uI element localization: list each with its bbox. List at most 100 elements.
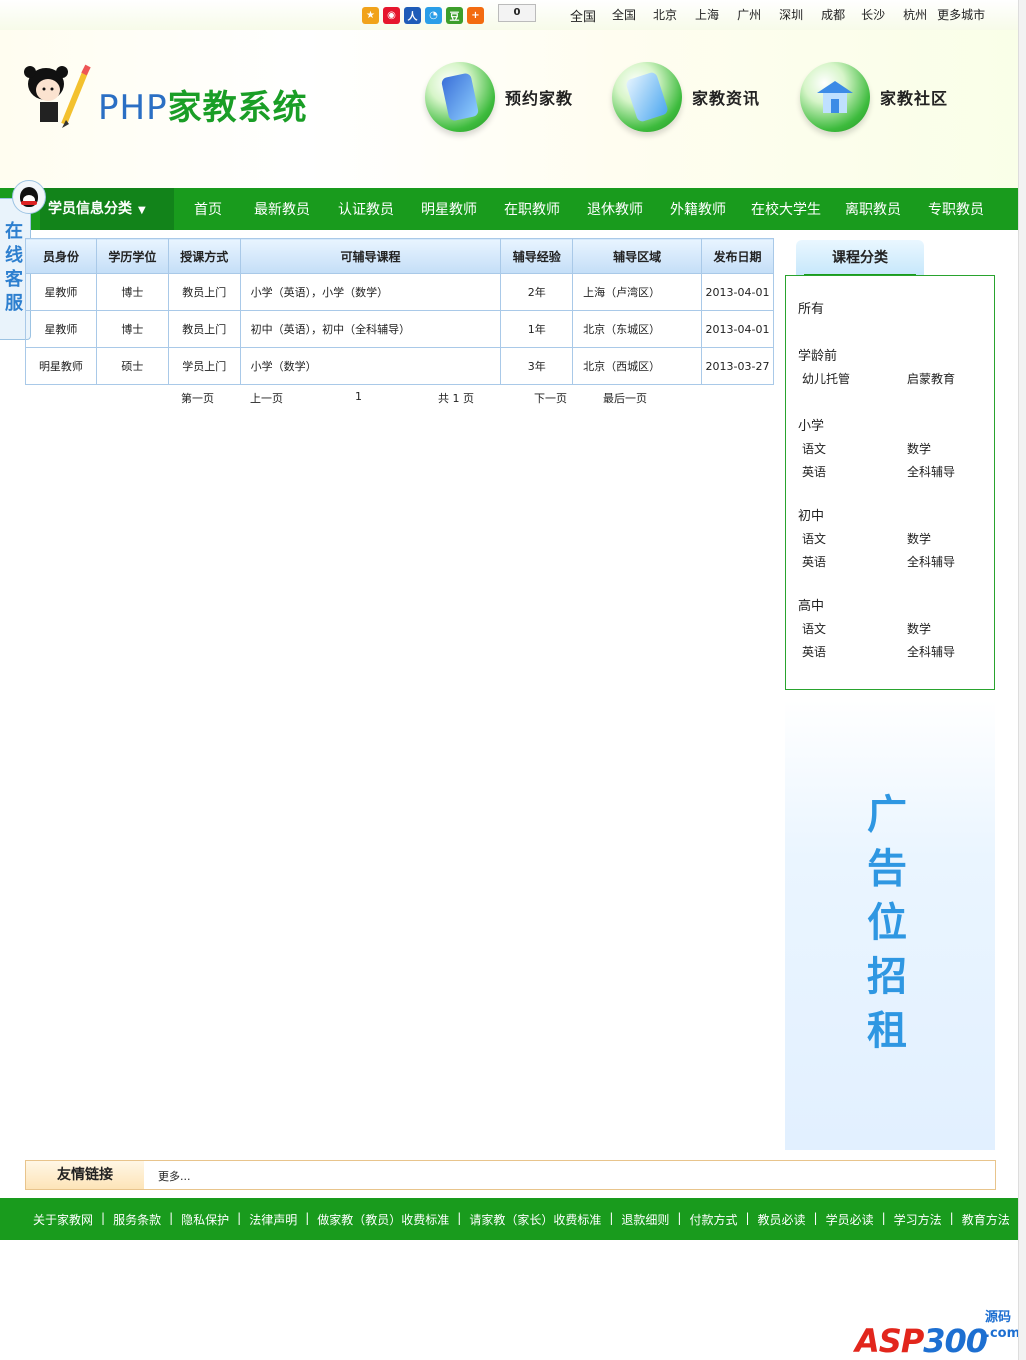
city-link[interactable]: 全国 bbox=[570, 6, 596, 25]
city-link[interactable]: 深圳 bbox=[779, 6, 803, 25]
more-share-icon[interactable]: + bbox=[467, 7, 484, 24]
douban-share-icon[interactable]: 豆 bbox=[446, 7, 463, 24]
city-link[interactable]: 长沙 bbox=[861, 6, 885, 25]
category-item[interactable]: 英语 bbox=[802, 463, 907, 480]
footer-link[interactable]: 关于家教网 bbox=[33, 1211, 93, 1228]
logo-title: PHP家教系统 bbox=[98, 80, 308, 129]
cell-identity: 明星教师 bbox=[25, 347, 97, 385]
category-group-title[interactable]: 学龄前 bbox=[798, 345, 837, 364]
nav-appointment-label: 预约家教 bbox=[505, 89, 574, 108]
city-link[interactable]: 上海 bbox=[695, 6, 719, 25]
category-item[interactable]: 数学 bbox=[907, 530, 987, 547]
city-link[interactable]: 杭州 bbox=[903, 6, 927, 25]
city-link[interactable]: 成都 bbox=[821, 6, 845, 25]
more-links[interactable]: 更多... bbox=[158, 1168, 191, 1184]
category-group-title[interactable]: 高中 bbox=[798, 595, 824, 614]
column-header: 辅导经验 bbox=[500, 238, 574, 274]
cell-course[interactable]: 初中（英语），初中（全科辅导） bbox=[239, 310, 502, 348]
city-list: 全国 全国 北京 上海 广州 深圳 成都 长沙 杭州 更多城市 bbox=[570, 6, 1001, 25]
cell-course[interactable]: 小学（数学） bbox=[239, 347, 502, 385]
nav-appointment[interactable]: 预约家教 bbox=[425, 62, 573, 132]
scrollbar[interactable] bbox=[1018, 0, 1026, 1360]
last-page-link[interactable]: 最后一页 bbox=[603, 390, 647, 406]
nav-community[interactable]: 家教社区 bbox=[800, 62, 948, 132]
nav-link[interactable]: 在职教师 bbox=[504, 199, 560, 219]
nav-link[interactable]: 专职教员 bbox=[928, 199, 984, 219]
category-item[interactable]: 英语 bbox=[802, 643, 907, 660]
category-group-title[interactable]: 小学 bbox=[798, 415, 824, 434]
ad-banner[interactable]: 广告位招租 bbox=[785, 700, 995, 1150]
nav-link[interactable]: 离职教员 bbox=[845, 199, 901, 219]
pagination: 第一页 上一页 1 共 1 页 下一页 最后一页 bbox=[181, 390, 647, 406]
total-pages: 共 1 页 bbox=[438, 392, 474, 405]
pengyou-share-icon[interactable]: ◔ bbox=[425, 7, 442, 24]
category-item[interactable]: 英语 bbox=[802, 553, 907, 570]
current-page: 1 bbox=[355, 390, 362, 403]
nav-link[interactable]: 外籍教师 bbox=[670, 199, 726, 219]
table-row[interactable]: 星教师 博士 教员上门 小学（英语），小学（数学） 2年 上海（卢湾区） 201… bbox=[25, 273, 774, 311]
footer-link[interactable]: 学习方法 bbox=[894, 1211, 942, 1228]
phone-icon bbox=[425, 62, 495, 132]
nav-link[interactable]: 在校大学生 bbox=[751, 199, 821, 219]
footer-link[interactable]: 法律声明 bbox=[249, 1211, 297, 1228]
city-link[interactable]: 广州 bbox=[737, 6, 761, 25]
category-item[interactable]: 全科辅导 bbox=[907, 553, 987, 570]
category-item[interactable]: 语文 bbox=[802, 530, 907, 547]
nav-link[interactable]: 认证教员 bbox=[338, 199, 394, 219]
column-header: 辅导区域 bbox=[572, 238, 702, 274]
weibo-share-icon[interactable]: ◉ bbox=[383, 7, 400, 24]
cell-mode: 教员上门 bbox=[167, 310, 241, 348]
footer-link[interactable]: 请家教（家长）收费标准 bbox=[469, 1211, 601, 1228]
category-item[interactable]: 语文 bbox=[802, 440, 907, 457]
city-link[interactable]: 北京 bbox=[653, 6, 677, 25]
category-item[interactable]: 全科辅导 bbox=[907, 463, 987, 480]
category-item[interactable]: 全科辅导 bbox=[907, 643, 987, 660]
column-header: 发布日期 bbox=[701, 238, 774, 274]
nav-link[interactable]: 退休教师 bbox=[587, 199, 643, 219]
nav-link[interactable]: 明星教师 bbox=[421, 199, 477, 219]
category-item[interactable]: 数学 bbox=[907, 620, 987, 637]
next-page-link[interactable]: 下一页 bbox=[534, 390, 567, 406]
cell-date: 2013-03-27 bbox=[701, 347, 774, 385]
first-page-link[interactable]: 第一页 bbox=[181, 390, 214, 406]
site-header: PHP家教系统 预约家教 家教资讯 家教社区 bbox=[0, 30, 1026, 188]
city-link[interactable]: 全国 bbox=[612, 6, 636, 25]
nav-news-label: 家教资讯 bbox=[692, 89, 761, 108]
nav-news[interactable]: 家教资讯 bbox=[612, 62, 760, 132]
category-dropdown[interactable]: 学员信息分类 ▼ bbox=[40, 188, 174, 230]
category-item[interactable]: 启蒙教育 bbox=[907, 370, 987, 387]
category-group-title[interactable]: 初中 bbox=[798, 505, 824, 524]
nav-link[interactable]: 最新教员 bbox=[254, 199, 310, 219]
site-logo[interactable]: PHP家教系统 bbox=[22, 62, 362, 162]
mascot-icon bbox=[24, 64, 91, 128]
table-row[interactable]: 明星教师 硕士 学员上门 小学（数学） 3年 北京（西城区） 2013-03-2… bbox=[25, 347, 774, 385]
footer-link[interactable]: 教育方法 bbox=[962, 1211, 1010, 1228]
category-item[interactable]: 幼儿托管 bbox=[802, 370, 907, 387]
cell-area: 上海（卢湾区） bbox=[572, 273, 702, 311]
prev-page-link[interactable]: 上一页 bbox=[250, 390, 283, 406]
footer-link[interactable]: 学员必读 bbox=[826, 1211, 874, 1228]
category-item[interactable]: 语文 bbox=[802, 620, 907, 637]
nav-link-home[interactable]: 首页 bbox=[194, 199, 222, 219]
chevron-down-icon: ▼ bbox=[138, 205, 146, 216]
qzone-share-icon[interactable]: ★ bbox=[362, 7, 379, 24]
footer-link[interactable]: 隐私保护 bbox=[181, 1211, 229, 1228]
cell-experience: 3年 bbox=[500, 347, 574, 385]
cell-course[interactable]: 小学（英语），小学（数学） bbox=[239, 273, 502, 311]
share-count: 0 bbox=[498, 4, 536, 22]
renren-share-icon[interactable]: 人 bbox=[404, 7, 421, 24]
course-category-box: 所有 学龄前 幼儿托管 启蒙教育 小学 语文 数学 英语 全科辅导 初中 语文 … bbox=[785, 275, 995, 690]
footer-link[interactable]: 退款细则 bbox=[621, 1211, 669, 1228]
footer-link[interactable]: 付款方式 bbox=[689, 1211, 737, 1228]
footer-link[interactable]: 服务条款 bbox=[113, 1211, 161, 1228]
footer-link[interactable]: 教员必读 bbox=[758, 1211, 806, 1228]
share-icons: ★ ◉ 人 ◔ 豆 + bbox=[362, 7, 484, 24]
category-all[interactable]: 所有 bbox=[798, 298, 824, 317]
cell-experience: 2年 bbox=[500, 273, 574, 311]
table-row[interactable]: 星教师 博士 教员上门 初中（英语），初中（全科辅导） 1年 北京（东城区） 2… bbox=[25, 310, 774, 348]
more-cities-link[interactable]: 更多城市 bbox=[937, 6, 985, 25]
category-item[interactable]: 数学 bbox=[907, 440, 987, 457]
footer-link[interactable]: 做家教（教员）收费标准 bbox=[317, 1211, 449, 1228]
logo-name-text: 家教系统 bbox=[167, 88, 308, 128]
course-category-tab[interactable]: 课程分类 bbox=[796, 240, 924, 276]
